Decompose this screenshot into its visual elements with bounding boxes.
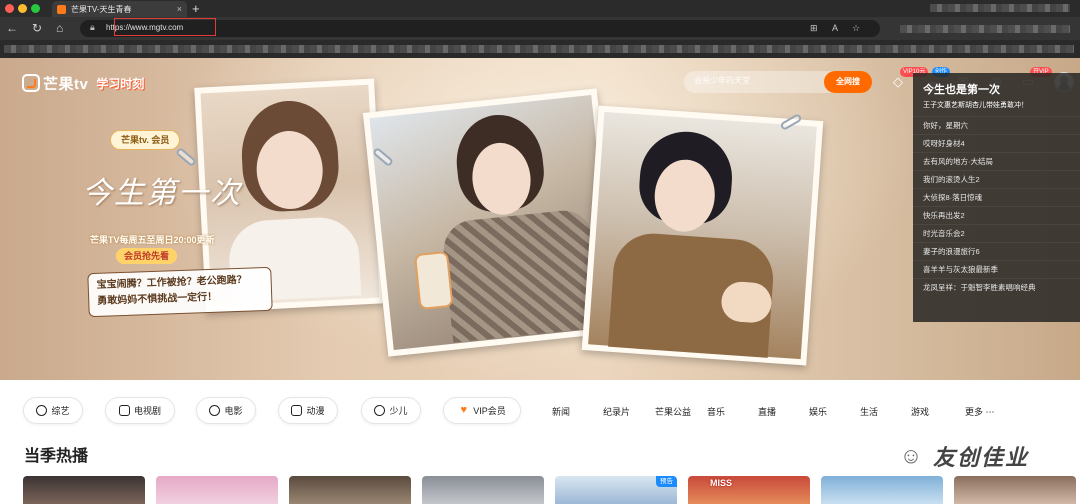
show-thumbnail[interactable] [289, 476, 411, 504]
anime-icon [291, 405, 303, 416]
sidebar-subtitle: 王子文惠艺斯胡杏儿带娃勇敢冲！ [923, 102, 1028, 109]
read-aloud-icon[interactable]: A [832, 23, 838, 33]
sidebar-item[interactable]: 龙凤呈祥：于魁智李胜素唱响经典 [913, 278, 1080, 296]
blurred-region [4, 45, 1074, 53]
bookmarks-bar [0, 40, 1080, 58]
tab-title: 芒果TV-天生青春 [71, 4, 132, 14]
search-input[interactable] [694, 76, 814, 85]
tab-close-icon[interactable]: × [177, 4, 182, 14]
channel-tv-series[interactable]: 电视剧 [105, 397, 175, 424]
watermark: ☺ 友创佳业 [897, 440, 1029, 472]
channel-anime[interactable]: 动漫 [278, 397, 338, 424]
promo-quote: 宝宝闹腾？工作被抢？老公跑路？ 勇敢妈妈不惧挑战一定行！ [87, 266, 273, 318]
maximize-window-button[interactable] [31, 4, 40, 13]
channel-news[interactable]: 新闻 [552, 405, 570, 418]
logo-slogan: 学习时刻 [96, 76, 145, 91]
channel-label: 电影 [224, 406, 243, 416]
sidebar-item[interactable]: 你好，星期六 [913, 116, 1080, 134]
back-icon[interactable]: ← [6, 20, 18, 36]
search-button[interactable]: 全网搜 [824, 71, 872, 93]
vip-heart-icon: ♥ [460, 404, 467, 416]
new-tab-button[interactable]: + [192, 0, 200, 17]
url-highlight-box [114, 18, 216, 36]
mic-icon [36, 405, 48, 416]
browser-tab-bar: 芒果TV-天生青春 × + [0, 0, 1080, 17]
blurred-region [930, 4, 1070, 12]
show-promo[interactable]: 芒果tv. 会员 今生第一次 芒果TV每周五至周日20:00更新 会员抢先看 宝… [82, 128, 282, 358]
sidebar-item[interactable]: 我们的滚烫人生2 [913, 170, 1080, 188]
sidebar-item[interactable]: 快乐再出发2 [913, 206, 1080, 224]
vip-member-tag: 芒果tv. 会员 [110, 130, 181, 150]
show-thumbnail[interactable] [954, 476, 1076, 504]
blurred-region [900, 25, 1070, 33]
show-thumbnail[interactable] [422, 476, 544, 504]
lock-icon: 🔒︎ [90, 22, 95, 32]
logo-text: 芒果tv [43, 75, 89, 93]
featured-sidebar: 今生也是第一次 王子文惠艺斯胡杏儿带娃勇敢冲！ 你好，星期六 哎呀好身材4 去有… [913, 73, 1080, 322]
show-thumbnail[interactable]: MISS [688, 476, 810, 504]
sidebar-active-item[interactable]: 今生也是第一次 王子文惠艺斯胡杏儿带娃勇敢冲！ [913, 73, 1080, 116]
reload-icon[interactable]: ↻ [32, 20, 42, 36]
member-early-access-tag: 会员抢先看 [116, 248, 178, 264]
mango-favicon-icon [57, 4, 66, 14]
channel-kids[interactable]: 少儿 [361, 397, 421, 424]
channel-label: 电视剧 [133, 406, 161, 416]
channel-vip[interactable]: ♥ VIP会员 [443, 397, 521, 424]
preview-badge: 预告 [656, 476, 677, 487]
update-schedule: 芒果TV每周五至周日20:00更新 [90, 235, 215, 245]
channel-live[interactable]: 直播 [758, 405, 776, 418]
browser-tab[interactable]: 芒果TV-天生青春 × [52, 1, 187, 17]
channel-charity[interactable]: 芒果公益 [655, 405, 691, 418]
favorite-icon[interactable]: ☆ [852, 23, 860, 34]
thumbnail-title: MISS [710, 478, 733, 488]
hero-photo-3 [581, 105, 824, 366]
show-thumbnail[interactable] [821, 476, 943, 504]
channel-entertainment[interactable]: 娱乐 [809, 405, 827, 418]
channel-games[interactable]: 游戏 [911, 405, 929, 418]
channel-label: 综艺 [51, 406, 70, 416]
sidebar-item[interactable]: 喜羊羊与灰太狼最新季 [913, 260, 1080, 278]
channel-label: 少儿 [389, 406, 408, 416]
close-window-button[interactable] [5, 4, 14, 13]
sidebar-item[interactable]: 去有风的地方·大结局 [913, 152, 1080, 170]
diamond-icon[interactable]: ◇ [890, 74, 906, 90]
channel-music[interactable]: 音乐 [707, 405, 725, 418]
sidebar-item[interactable]: 时光音乐会2 [913, 224, 1080, 242]
sidebar-item[interactable]: 哎呀好身材4 [913, 134, 1080, 152]
search-box[interactable]: 全网搜 [684, 71, 872, 93]
show-thumbnail[interactable] [23, 476, 145, 504]
channel-more[interactable]: 更多 ⋯ [965, 405, 995, 418]
section-title: 当季热播 [24, 448, 89, 465]
show-thumbnail[interactable] [156, 476, 278, 504]
channel-label: 动漫 [306, 406, 325, 416]
show-thumbnail[interactable]: 预告 [555, 476, 677, 504]
channel-label: VIP会员 [473, 406, 506, 416]
mango-logo-icon [22, 74, 40, 92]
hot-shows-row: 预告 MISS [0, 476, 1080, 504]
sidebar-title: 今生也是第一次 [923, 84, 1000, 96]
watermark-text: 友创佳业 [933, 445, 1030, 470]
channel-documentary[interactable]: 纪录片 [603, 405, 630, 418]
minimize-window-button[interactable] [18, 4, 27, 13]
wechat-icon: ☺ [899, 443, 923, 468]
channel-variety[interactable]: 综艺 [23, 397, 83, 424]
channel-life[interactable]: 生活 [860, 405, 878, 418]
tv-icon [118, 405, 130, 416]
channel-movies[interactable]: 电影 [196, 397, 256, 424]
channel-nav: 综艺 电视剧 电影 动漫 少儿 ♥ VIP会员 新闻 纪录片 芒果公益 音乐 直… [0, 380, 1080, 438]
kids-bear-icon [374, 405, 386, 416]
home-icon[interactable]: ⌂ [56, 20, 63, 36]
sidebar-item[interactable]: 妻子的浪漫旅行6 [913, 242, 1080, 260]
show-title: 今生第一次 [82, 176, 242, 211]
site-logo[interactable]: 芒果tv 学习时刻 [22, 72, 144, 94]
film-reel-icon [209, 405, 221, 416]
reader-mode-icon[interactable]: ⊞ [810, 23, 818, 34]
sidebar-item[interactable]: 大侦探8·落日惊魂 [913, 188, 1080, 206]
